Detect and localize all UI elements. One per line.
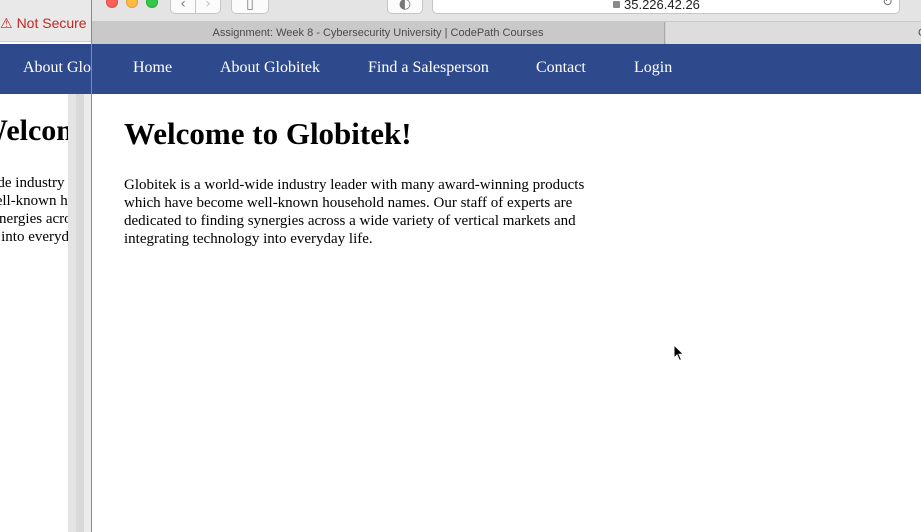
tab-active[interactable]: Assignment: Week 8 - Cybersecurity Unive… <box>92 22 665 44</box>
address-text-wrap: 35.226.42.26 <box>613 0 700 12</box>
background-toolbar: ⚠ Not Secure <box>0 0 92 42</box>
mouse-pointer-icon <box>673 344 685 362</box>
chevron-right-icon: › <box>205 0 211 12</box>
close-window-button[interactable] <box>106 0 118 8</box>
not-secure-label: Not Secure <box>16 15 87 31</box>
main-content: Welcome to Globitek! Globitek is a world… <box>124 114 624 248</box>
not-secure-indicator[interactable]: ⚠ Not Secure <box>0 15 87 32</box>
privacy-report-icon: ◐ <box>398 0 412 12</box>
lock-icon <box>613 1 620 8</box>
sidebar-icon: ▯ <box>246 0 254 12</box>
tab-bar: Assignment: Week 8 - Cybersecurity Unive… <box>92 22 921 44</box>
reload-icon[interactable]: ↻ <box>882 0 893 10</box>
minimize-window-button[interactable] <box>126 0 138 8</box>
background-nav-about[interactable]: About Globitek <box>23 59 92 77</box>
zoom-window-button[interactable] <box>146 0 158 8</box>
sidebar-button[interactable]: ▯ <box>231 0 269 14</box>
forward-button[interactable]: › <box>195 0 221 14</box>
intro-paragraph: Globitek is a world-wide industry leader… <box>124 177 585 247</box>
nav-link-home[interactable]: Home <box>133 59 172 77</box>
back-button[interactable]: ‹ <box>170 0 196 14</box>
window-shadow <box>84 94 91 532</box>
page-title: Welcome to Globitek! <box>124 116 412 151</box>
address-value: 35.226.42.26 <box>624 0 700 12</box>
window-shadow <box>76 94 84 532</box>
chevron-left-icon: ‹ <box>180 0 186 12</box>
tab-other[interactable]: C <box>666 22 921 44</box>
nav-link-about[interactable]: About Globitek <box>220 59 320 77</box>
address-bar[interactable]: 35.226.42.26 ↻ <box>432 0 900 14</box>
nav-link-login[interactable]: Login <box>634 59 672 77</box>
background-browser-window: ⚠Not Secure About Globitek Welcome to Gl… <box>0 0 92 532</box>
nav-link-contact[interactable]: Contact <box>536 59 586 77</box>
privacy-report-button[interactable]: ◐ <box>387 0 423 14</box>
site-nav-bar: Home About Globitek Find a Salesperson C… <box>92 44 921 94</box>
nav-link-find-salesperson[interactable]: Find a Salesperson <box>368 59 489 77</box>
background-nav-bar: About Globitek <box>0 44 92 94</box>
window-shadow <box>68 94 76 532</box>
browser-toolbar: ‹ › ▯ ◐ 35.226.42.26 ↻ <box>92 0 921 22</box>
browser-window: ‹ › ▯ ◐ 35.226.42.26 ↻ Assignment: Week … <box>91 0 921 532</box>
warning-icon: ⚠ <box>0 15 13 31</box>
